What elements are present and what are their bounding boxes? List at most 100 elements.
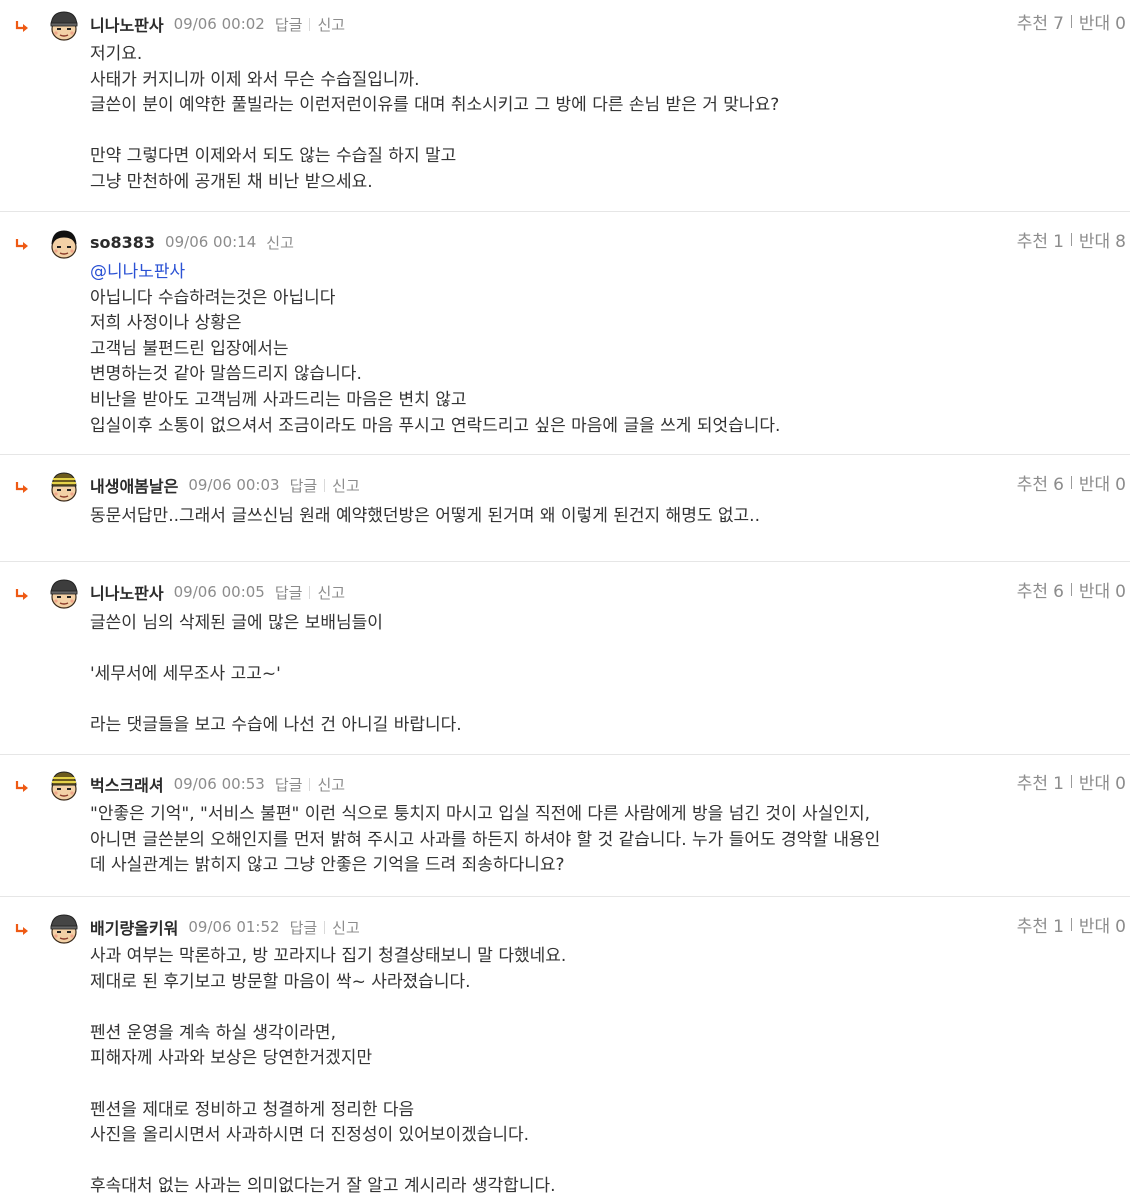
oppose-count: 0 — [1115, 581, 1126, 602]
comment-meta: 내생애봄날은 09/06 00:03 답글 신고 — [90, 473, 360, 497]
oppose-button[interactable]: 반대 0 — [1079, 9, 1126, 34]
comment-body: @니나노판사 아닙니다 수습하려는것은 아닙니다 저희 사정이나 상황은 고객님 … — [90, 260, 1110, 439]
report-button[interactable]: 신고 — [317, 14, 345, 35]
recommend-button[interactable]: 추천 1 — [1017, 912, 1064, 937]
recommend-button[interactable]: 추천 1 — [1017, 769, 1064, 794]
reply-arrow-icon — [14, 19, 30, 33]
comment-body: 글쓴이 님의 삭제된 글에 많은 보배님들이 '세무서에 세무조사 고고~' 라… — [90, 611, 1110, 739]
author-nickname[interactable]: so8383 — [90, 233, 155, 252]
oppose-label: 반대 — [1078, 773, 1111, 794]
vote-divider — [1070, 14, 1072, 28]
recommend-count: 6 — [1053, 581, 1064, 602]
oppose-label: 반대 — [1078, 13, 1111, 34]
avatar[interactable] — [47, 577, 81, 611]
recommend-label: 추천 — [1016, 916, 1049, 937]
action-divider — [309, 585, 311, 599]
reply-arrow-icon — [14, 779, 30, 793]
comment-text: 사과 여부는 막론하고, 방 꼬라지나 집기 청결상태보니 말 다했네요. 제대… — [90, 946, 567, 1197]
recommend-count: 7 — [1053, 13, 1064, 34]
author-nickname[interactable]: 배기량올키워 — [90, 915, 178, 939]
vote-counts: 추천 7 반대 0 — [1017, 9, 1126, 34]
comment-meta: so8383 09/06 00:14 신고 — [90, 230, 294, 254]
vote-divider — [1070, 774, 1072, 788]
comment-text: 저기요. 사태가 커지니까 이제 와서 무슨 수습질입니까. 글쓴이 분이 예약… — [90, 44, 780, 192]
avatar[interactable] — [47, 912, 81, 946]
reply-button[interactable]: 답글 — [275, 582, 303, 603]
vote-divider — [1070, 917, 1072, 931]
comment-item: 내생애봄날은 09/06 00:03 답글 신고 추천 6 반대 0 동문서답만..그래서 글쓰… — [0, 455, 1130, 562]
oppose-count: 0 — [1115, 13, 1126, 34]
comment-item: 니나노판사 09/06 00:02 답글 신고 추천 7 반대 0 저기요. 사태가 커지니까 … — [0, 0, 1130, 212]
comment-list: 니나노판사 09/06 00:02 답글 신고 추천 7 반대 0 저기요. 사태가 커지니까 … — [0, 0, 1130, 1204]
oppose-button[interactable]: 반대 8 — [1079, 227, 1126, 252]
reply-button[interactable]: 답글 — [290, 917, 318, 938]
action-divider — [309, 777, 311, 791]
avatar[interactable] — [47, 470, 81, 504]
oppose-button[interactable]: 반대 0 — [1079, 577, 1126, 602]
vote-divider — [1070, 582, 1072, 596]
comment-meta: 벅스크래셔 09/06 00:53 답글 신고 — [90, 772, 345, 796]
comment-item: 배기량올키워 09/06 01:52 답글 신고 추천 1 반대 0 사과 여부는 막론하고, … — [0, 897, 1130, 1204]
action-divider — [309, 17, 311, 31]
vote-divider — [1070, 475, 1072, 489]
comment-date: 09/06 01:52 — [188, 918, 280, 936]
avatar[interactable] — [47, 227, 81, 261]
comment-body: "안좋은 기억", "서비스 불편" 이런 식으로 퉁치지 마시고 입실 직전에… — [90, 802, 1110, 879]
oppose-button[interactable]: 반대 0 — [1079, 769, 1126, 794]
reply-arrow-icon — [14, 587, 30, 601]
oppose-count: 0 — [1115, 916, 1126, 937]
mention-link[interactable]: @니나노판사 — [90, 260, 1110, 286]
recommend-button[interactable]: 추천 6 — [1017, 577, 1064, 602]
recommend-button[interactable]: 추천 6 — [1017, 470, 1064, 495]
comment-date: 09/06 00:53 — [173, 775, 265, 793]
reply-arrow-icon — [14, 922, 30, 936]
comment-text: 동문서답만..그래서 글쓰신님 원래 예약했던방은 어떻게 된거며 왜 이렇게 … — [90, 506, 760, 526]
recommend-label: 추천 — [1016, 13, 1049, 34]
action-divider — [324, 920, 326, 934]
report-button[interactable]: 신고 — [317, 774, 345, 795]
oppose-label: 반대 — [1078, 581, 1111, 602]
comment-meta: 니나노판사 09/06 00:05 답글 신고 — [90, 580, 345, 604]
recommend-button[interactable]: 추천 7 — [1017, 9, 1064, 34]
comment-item: so8383 09/06 00:14 신고 추천 1 반대 8 @니나노판사 아닙니다 수습하려… — [0, 212, 1130, 455]
recommend-count: 1 — [1053, 231, 1064, 252]
vote-counts: 추천 1 반대 0 — [1017, 769, 1126, 794]
vote-divider — [1070, 232, 1072, 246]
reply-button[interactable]: 답글 — [275, 14, 303, 35]
author-nickname[interactable]: 벅스크래셔 — [90, 772, 164, 796]
report-button[interactable]: 신고 — [332, 475, 360, 496]
report-button[interactable]: 신고 — [266, 232, 294, 253]
author-nickname[interactable]: 니나노판사 — [90, 12, 164, 36]
report-button[interactable]: 신고 — [317, 582, 345, 603]
oppose-count: 8 — [1115, 231, 1126, 252]
recommend-button[interactable]: 추천 1 — [1017, 227, 1064, 252]
recommend-count: 6 — [1053, 474, 1064, 495]
recommend-label: 추천 — [1016, 231, 1049, 252]
comment-meta: 니나노판사 09/06 00:02 답글 신고 — [90, 12, 345, 36]
author-nickname[interactable]: 내생애봄날은 — [90, 473, 178, 497]
report-button[interactable]: 신고 — [332, 917, 360, 938]
reply-button[interactable]: 답글 — [290, 475, 318, 496]
comment-text: 글쓴이 님의 삭제된 글에 많은 보배님들이 '세무서에 세무조사 고고~' 라… — [90, 613, 462, 736]
avatar[interactable] — [47, 9, 81, 43]
avatar[interactable] — [47, 769, 81, 803]
comment-body: 사과 여부는 막론하고, 방 꼬라지나 집기 청결상태보니 말 다했네요. 제대… — [90, 944, 1110, 1200]
oppose-count: 0 — [1115, 773, 1126, 794]
recommend-label: 추천 — [1016, 773, 1049, 794]
comment-date: 09/06 00:05 — [173, 583, 265, 601]
oppose-label: 반대 — [1078, 231, 1111, 252]
vote-counts: 추천 1 반대 8 — [1017, 227, 1126, 252]
oppose-button[interactable]: 반대 0 — [1079, 470, 1126, 495]
comment-date: 09/06 00:02 — [173, 15, 265, 33]
comment-date: 09/06 00:03 — [188, 476, 280, 494]
reply-arrow-icon — [14, 237, 30, 251]
comment-body: 저기요. 사태가 커지니까 이제 와서 무슨 수습질입니까. 글쓴이 분이 예약… — [90, 42, 1110, 196]
action-divider — [324, 478, 326, 492]
comment-item: 벅스크래셔 09/06 00:53 답글 신고 추천 1 반대 0 "안좋은 기억", "서비스… — [0, 755, 1130, 897]
vote-counts: 추천 1 반대 0 — [1017, 912, 1126, 937]
oppose-count: 0 — [1115, 474, 1126, 495]
author-nickname[interactable]: 니나노판사 — [90, 580, 164, 604]
oppose-button[interactable]: 반대 0 — [1079, 912, 1126, 937]
reply-button[interactable]: 답글 — [275, 774, 303, 795]
reply-arrow-icon — [14, 480, 30, 494]
